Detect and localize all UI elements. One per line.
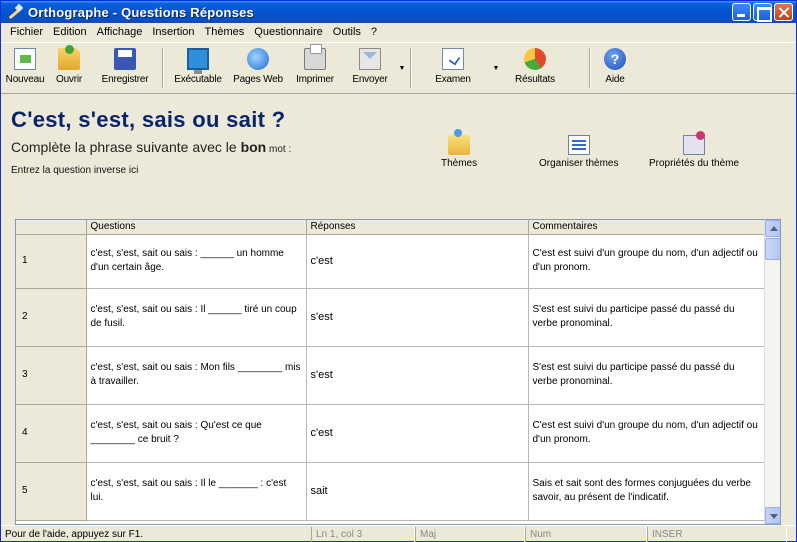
column-header-questions[interactable]: Questions (86, 220, 307, 235)
new-button[interactable]: Nouveau (3, 43, 47, 93)
print-button[interactable]: Imprimer (287, 43, 343, 93)
envelope-icon (359, 48, 381, 70)
organize-themes-button[interactable]: Organiser thèmes (539, 135, 618, 169)
printer-icon (304, 44, 326, 70)
scroll-up-icon[interactable] (765, 220, 780, 237)
row-number[interactable]: 1 (16, 234, 87, 289)
themes-button[interactable]: Thèmes (441, 129, 477, 169)
menu-themes[interactable]: Thèmes (200, 23, 250, 41)
menu-insertion[interactable]: Insertion (147, 23, 199, 41)
comment-cell[interactable]: Sais et sait sont des formes conjuguées … (528, 462, 767, 521)
help-question-icon: ? (604, 48, 626, 70)
table-row: 4 c'est, s'est, sait ou sais : Qu'est ce… (16, 404, 767, 463)
open-folder-icon (58, 45, 80, 70)
column-header-responses[interactable]: Réponses (306, 220, 529, 235)
status-insert-mode: INSER (647, 526, 787, 542)
row-number[interactable]: 5 (16, 462, 87, 521)
status-caps: Maj (415, 526, 525, 542)
themes-folder-icon (448, 129, 471, 155)
row-number[interactable]: 2 (16, 288, 87, 347)
status-cursor-position: Ln 1, col 3 (311, 526, 415, 542)
scroll-thumb[interactable] (765, 238, 780, 260)
row-number[interactable]: 4 (16, 404, 87, 463)
exam-button[interactable]: Examen (415, 43, 491, 93)
corner-header (16, 220, 87, 235)
inverse-question-field[interactable]: Entrez la question inverse ici (11, 165, 138, 176)
menu-outils[interactable]: Outils (328, 23, 366, 41)
maximize-icon[interactable] (753, 3, 772, 22)
toolbar: Nouveau Ouvrir Enregistrer Exécutable Pa… (1, 42, 796, 94)
question-cell[interactable]: c'est, s'est, sait ou sais : Il ______ t… (86, 288, 307, 347)
window-title: Orthographe - Questions Réponses (28, 4, 254, 20)
help-button[interactable]: ? Aide (594, 43, 636, 93)
menu-bar: Fichier Edition Affichage Insertion Thèm… (1, 23, 796, 41)
menu-affichage[interactable]: Affichage (92, 23, 148, 41)
exam-dropdown-icon[interactable]: ▼ (491, 43, 501, 93)
toolbar-separator (589, 48, 591, 88)
floppy-disk-icon (114, 48, 136, 70)
question-cell[interactable]: c'est, s'est, sait ou sais : Mon fils __… (86, 346, 307, 405)
vertical-scrollbar[interactable] (764, 220, 780, 524)
pie-chart-icon (524, 48, 546, 70)
theme-header: C'est, s'est, sais ou sait ? Complète la… (1, 95, 796, 209)
answer-cell[interactable]: s'est (306, 346, 529, 405)
open-button[interactable]: Ouvrir (47, 43, 91, 93)
answer-cell[interactable]: sait (306, 462, 529, 521)
save-button[interactable]: Enregistrer (91, 43, 159, 93)
menu-questionnaire[interactable]: Questionnaire (249, 23, 328, 41)
comment-cell[interactable]: C'est est suivi d'un groupe du nom, d'un… (528, 404, 767, 463)
status-numlock: Num (525, 526, 647, 542)
exam-check-icon (442, 48, 464, 70)
window-controls (732, 3, 793, 22)
app-pencil-icon (7, 4, 23, 20)
table-row: 2 c'est, s'est, sait ou sais : Il ______… (16, 288, 767, 347)
question-cell[interactable]: c'est, s'est, sait ou sais : Qu'est ce q… (86, 404, 307, 463)
web-pages-button[interactable]: Pages Web (229, 43, 287, 93)
theme-title[interactable]: C'est, s'est, sais ou sait ? (11, 107, 285, 133)
table-row: 3 c'est, s'est, sait ou sais : Mon fils … (16, 346, 767, 405)
theme-subtitle[interactable]: Complète la phrase suivante avec le bon … (11, 139, 291, 155)
close-icon[interactable] (774, 3, 793, 21)
scroll-down-icon[interactable] (765, 507, 780, 524)
toolbar-separator (410, 48, 412, 88)
status-bar: Pour de l'aide, appuyez sur F1. Ln 1, co… (1, 525, 796, 542)
menu-help[interactable]: ? (366, 23, 382, 41)
new-document-icon (14, 48, 36, 70)
globe-icon (247, 48, 269, 70)
questions-grid: Questions Réponses Commentaires 1 c'est,… (15, 219, 781, 525)
table-row: 5 c'est, s'est, sait ou sais : Il le ___… (16, 462, 767, 521)
menu-edition[interactable]: Edition (48, 23, 92, 41)
title-bar[interactable]: Orthographe - Questions Réponses (1, 1, 796, 23)
comment-cell[interactable]: C'est est suivi d'un groupe du nom, d'un… (528, 234, 767, 289)
send-dropdown-icon[interactable]: ▼ (397, 43, 407, 93)
answer-cell[interactable]: c'est (306, 404, 529, 463)
monitor-icon (187, 48, 209, 74)
minimize-icon[interactable] (732, 3, 751, 21)
question-cell[interactable]: c'est, s'est, sait ou sais : ______ un h… (86, 234, 307, 289)
column-header-comments[interactable]: Commentaires (528, 220, 767, 235)
app-window: Orthographe - Questions Réponses Fichier… (0, 0, 797, 542)
questions-table: Questions Réponses Commentaires 1 c'est,… (16, 220, 767, 521)
theme-properties-button[interactable]: Propriétés du thème (649, 131, 739, 169)
comment-cell[interactable]: S'est est suivi du participe passé du pa… (528, 288, 767, 347)
answer-cell[interactable]: c'est (306, 234, 529, 289)
executable-button[interactable]: Exécutable (167, 43, 229, 93)
menu-fichier[interactable]: Fichier (5, 23, 48, 41)
row-number[interactable]: 3 (16, 346, 87, 405)
table-row: 1 c'est, s'est, sait ou sais : ______ un… (16, 234, 767, 289)
properties-icon (683, 131, 706, 155)
status-help-text: Pour de l'aide, appuyez sur F1. (5, 528, 144, 540)
toolbar-separator (162, 48, 164, 88)
answer-cell[interactable]: s'est (306, 288, 529, 347)
comment-cell[interactable]: S'est est suivi du participe passé du pa… (528, 346, 767, 405)
question-cell[interactable]: c'est, s'est, sait ou sais : Il le _____… (86, 462, 307, 521)
results-button[interactable]: Résultats (501, 43, 569, 93)
organize-list-icon (567, 135, 590, 155)
send-button[interactable]: Envoyer (343, 43, 397, 93)
